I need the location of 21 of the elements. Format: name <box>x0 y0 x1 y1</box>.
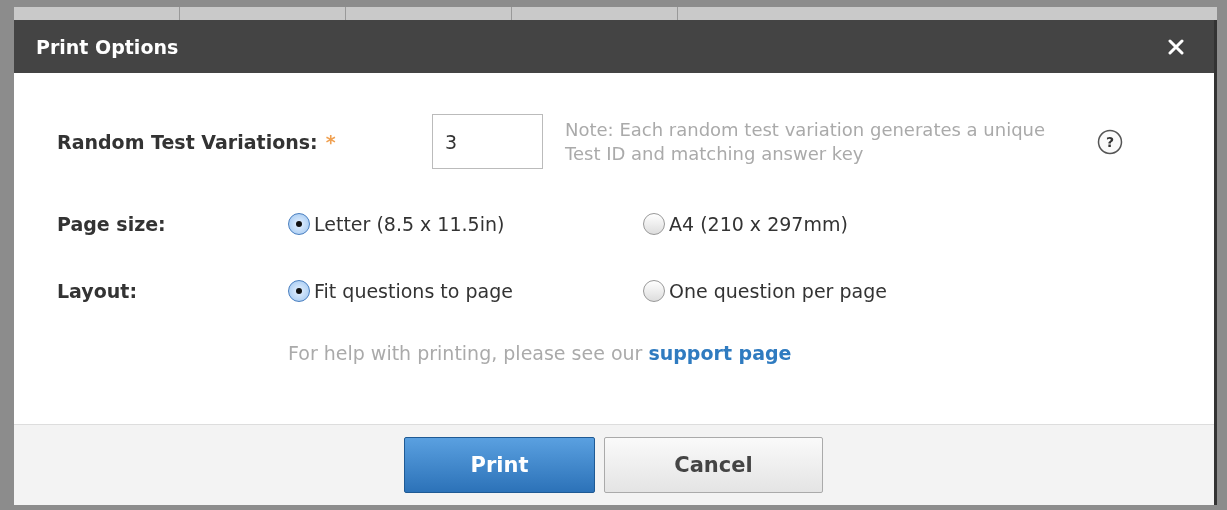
radio-button[interactable] <box>288 212 310 235</box>
print-button[interactable]: Print <box>404 437 595 493</box>
radio-button[interactable] <box>643 279 665 302</box>
radio-option[interactable]: One question per page <box>643 279 887 302</box>
radio-option[interactable]: Fit questions to page <box>288 279 643 302</box>
radio-option[interactable]: A4 (210 x 297mm) <box>643 212 848 235</box>
radio-button[interactable] <box>288 279 310 302</box>
help-text: For help with printing, please see our support page <box>288 342 793 364</box>
cancel-button[interactable]: Cancel <box>604 437 823 493</box>
radio-option[interactable]: Letter (8.5 x 11.5in) <box>288 212 643 235</box>
note-text: Note: Each random test variation generates a unique Test ID and matching answer key <box>565 118 1047 165</box>
support-link[interactable]: support page <box>648 342 792 364</box>
radio-button[interactable] <box>643 212 665 235</box>
dialog-title: Print Options <box>36 35 179 58</box>
required-mark: * <box>325 130 336 153</box>
field-label: Layout: <box>57 279 137 302</box>
field-label: Random Test Variations: <box>57 130 318 153</box>
close-icon[interactable] <box>1168 38 1184 55</box>
field-label: Page size: <box>57 212 166 235</box>
variations-input[interactable]: 3 <box>432 114 543 169</box>
help-icon[interactable]: ? <box>1097 128 1123 155</box>
